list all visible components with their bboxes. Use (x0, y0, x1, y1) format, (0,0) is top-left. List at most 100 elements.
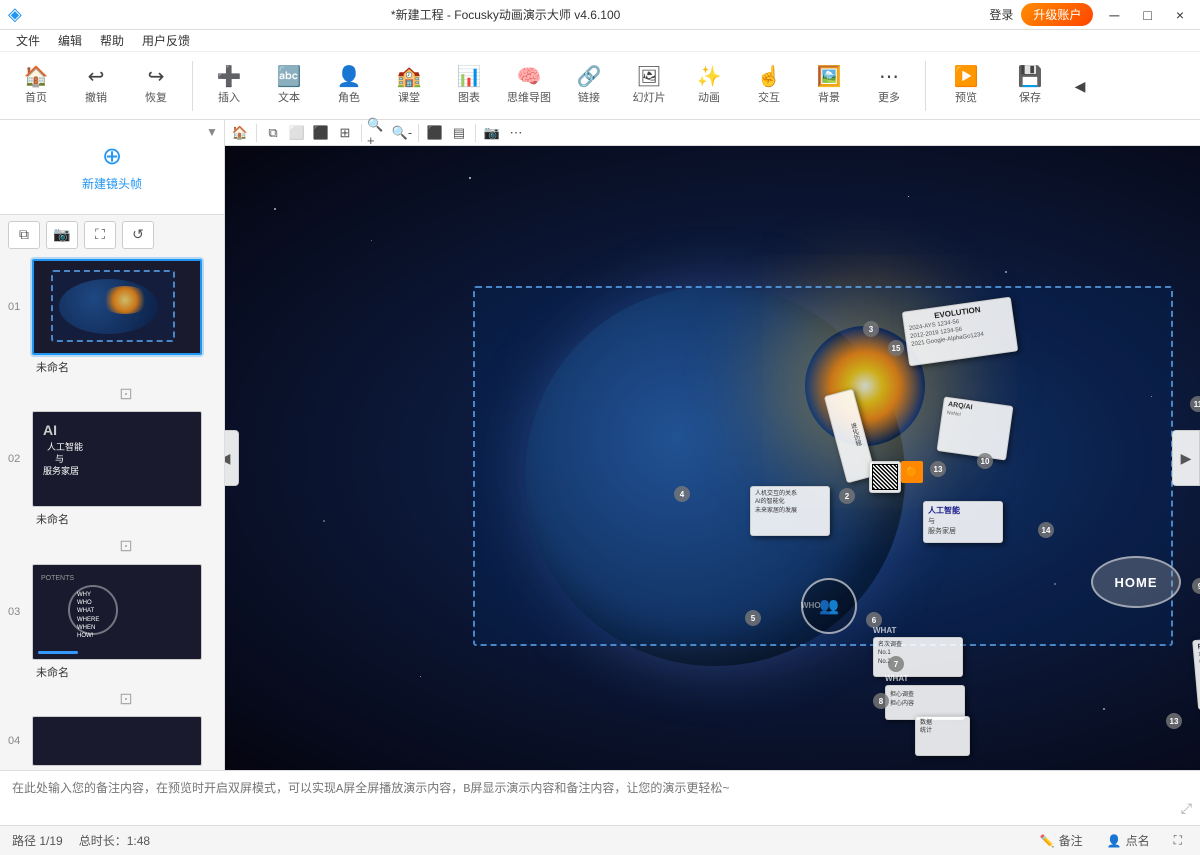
canvas-align-button[interactable]: ⬛ (424, 122, 446, 144)
canvas-sep-1 (256, 124, 257, 142)
save-icon: 💾 (1018, 67, 1043, 87)
redo-button[interactable]: ↪ 恢复 (128, 56, 184, 116)
who-section: WHO 👥 (801, 601, 821, 610)
slide-name-01: 未命名 (36, 359, 216, 375)
upgrade-button[interactable]: 升级账户 (1021, 3, 1093, 26)
canvas-home-button[interactable]: 🏠 (229, 122, 251, 144)
copy-frame-button[interactable]: ⧉ (8, 221, 40, 249)
canvas-align2-button[interactable]: ▤ (448, 122, 470, 144)
slide-entry-02: 02 AI 人工智能 与 服务家居 未命名 (0, 407, 224, 531)
toolbar-sep-2 (925, 61, 926, 111)
qr-card[interactable] (869, 461, 901, 493)
menu-feedback[interactable]: 用户反馈 (134, 30, 198, 51)
preview-button[interactable]: ▶️ 预览 (934, 56, 998, 116)
maximize-button[interactable]: □ (1135, 5, 1159, 25)
collapse-panel-button[interactable]: ▼ (204, 124, 220, 140)
bg-button[interactable]: 🖼️ 背景 (801, 56, 857, 116)
canvas-copy2-button[interactable]: ⬜ (286, 122, 308, 144)
arai-card[interactable]: ARQ/AI NoNo! (937, 396, 1014, 460)
insert-button[interactable]: ➕ 插入 (201, 56, 257, 116)
new-frame-plus-icon: ⊕ (102, 142, 122, 171)
what-card[interactable]: 名次调查No.1No.2 (873, 637, 963, 677)
canvas-grid-button[interactable]: ⊞ (334, 122, 356, 144)
people-circle[interactable]: 👥 (801, 578, 857, 634)
close-button[interactable]: × (1168, 5, 1192, 25)
text-button[interactable]: 🔤 文本 (261, 56, 317, 116)
ai-center-card[interactable]: 人工智能 与 服务家居 (923, 501, 1003, 543)
home-tool-button[interactable]: 🏠 首页 (8, 56, 64, 116)
menu-file[interactable]: 文件 (8, 30, 48, 51)
screen-fit-button[interactable]: ⛶ (1168, 831, 1188, 850)
slide-thumb-03[interactable]: POTENTS WHYWHOWHATWHEREWHENHOW! (32, 564, 202, 660)
slide-button[interactable]: 🖼 幻灯片 (621, 56, 677, 116)
annotation-button[interactable]: ✏️ 备注 (1034, 830, 1089, 851)
card-vertical-text: 进化历程 (849, 422, 861, 447)
canvas[interactable]: ◀ EVOLUTION 2024-AYS 1234-562012-2019 12… (225, 146, 1200, 770)
home-oval-text: HOME (1115, 575, 1158, 590)
chart-button[interactable]: 📊 图表 (441, 56, 497, 116)
badge-14: 14 (1038, 522, 1054, 538)
slide-entry-03: 03 POTENTS WHYWHOWHATWHEREWHENHOW! 未命名 (0, 560, 224, 684)
canvas-sep-2 (361, 124, 362, 142)
notes-expand-button[interactable]: ⤢ (1181, 800, 1192, 817)
more-button[interactable]: ⋯ 更多 (861, 56, 917, 116)
canvas-zoomout-button[interactable]: 🔍- (391, 122, 413, 144)
link-button[interactable]: 🔗 链接 (561, 56, 617, 116)
what2-label: WHAT (885, 674, 965, 683)
nav-prev-button[interactable]: ◀ (225, 430, 239, 486)
canvas-copy3-button[interactable]: ⬛ (310, 122, 332, 144)
animate-icon: ✨ (697, 67, 722, 87)
ai-sub2: 服务家居 (928, 526, 998, 536)
home-oval[interactable]: HOME (1091, 556, 1181, 608)
statusbar: 路径 1/19 总时长：1:48 ✏️ 备注 👤 点名 ⛶ (0, 825, 1200, 855)
orange-icon: 🟠 (906, 467, 918, 478)
minimize-button[interactable]: ─ (1101, 5, 1127, 25)
menu-edit[interactable]: 编辑 (50, 30, 90, 51)
ai-title: 人工智能 (928, 505, 998, 516)
nav-next-button[interactable]: ▶ (1172, 430, 1200, 486)
slide-name-03: 未命名 (36, 664, 216, 680)
canvas-more2-button[interactable]: ⋯ (505, 122, 527, 144)
redo-icon: ↪ (148, 67, 165, 87)
annotation-icon: ✏️ (1040, 834, 1055, 848)
mindmap-button[interactable]: 🧠 思维导图 (501, 56, 557, 116)
home-icon: 🏠 (24, 67, 49, 87)
save-button[interactable]: 💾 保存 (1002, 56, 1058, 116)
refresh-button[interactable]: ↺ (122, 221, 154, 249)
orange-card[interactable]: 🟠 (901, 461, 923, 483)
canvas-camera-button[interactable]: 📷 (481, 122, 503, 144)
new-frame-area[interactable]: ⊕ 新建镜头帧 ▼ (0, 120, 224, 215)
card-near-2[interactable]: 人机交互的关系AI的智能化未来家居的发展 (750, 486, 830, 536)
class-button[interactable]: 🏫 课堂 (381, 56, 437, 116)
menu-help[interactable]: 帮助 (92, 30, 132, 51)
slide-thumb-01[interactable] (32, 259, 202, 355)
canvas-copy-button[interactable]: ⧉ (262, 122, 284, 144)
slide-number-04: 04 (8, 735, 28, 747)
duration-label: 总时长：1:48 (79, 832, 150, 849)
what2-card[interactable]: 担心调查担心内容 (885, 685, 965, 720)
statusbar-right: ✏️ 备注 👤 点名 ⛶ (1034, 830, 1188, 851)
role-button[interactable]: 👤 角色 (321, 56, 377, 116)
back-icon: ◀ (1075, 79, 1086, 93)
slide-thumb-04[interactable] (32, 716, 202, 766)
badge-8: 8 (873, 693, 889, 709)
login-button[interactable]: 登录 (989, 6, 1013, 23)
qr-icon (872, 464, 898, 490)
bottom-center-card[interactable]: 数据统计 (915, 716, 970, 756)
interact-button[interactable]: ☝️ 交互 (741, 56, 797, 116)
undo-button[interactable]: ↩ 撤销 (68, 56, 124, 116)
copy-icon: ⧉ (19, 226, 29, 243)
refresh-icon: ↺ (132, 226, 144, 243)
back-button[interactable]: ◀ (1062, 56, 1098, 116)
camera-button[interactable]: 📷 (46, 221, 78, 249)
canvas-sep-3 (418, 124, 419, 142)
what-section: WHAT 名次调查No.1No.2 (873, 626, 963, 677)
naming-button[interactable]: 👤 点名 (1101, 830, 1156, 851)
fullscreen-button[interactable]: ⛶ (84, 221, 116, 249)
canvas-zoomin-button[interactable]: 🔍+ (367, 122, 389, 144)
notes-input[interactable] (12, 771, 1188, 825)
slide-placeholder-01-02: ⊡ (28, 381, 224, 407)
slide-thumb-02[interactable]: AI 人工智能 与 服务家居 (32, 411, 202, 507)
animate-button[interactable]: ✨ 动画 (681, 56, 737, 116)
camera-icon: 📷 (53, 226, 70, 243)
